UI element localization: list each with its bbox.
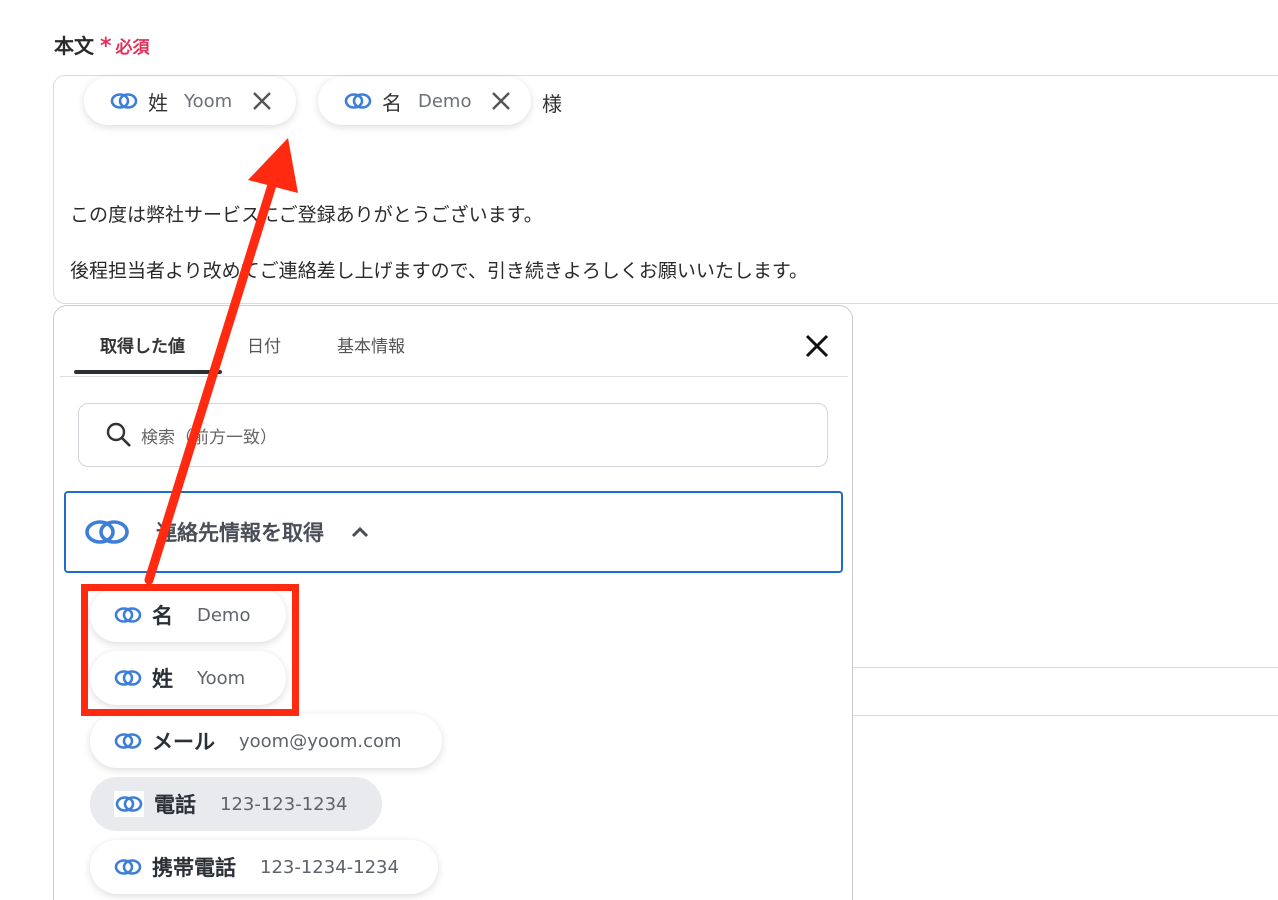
close-icon[interactable] xyxy=(802,331,832,361)
pill-name: 名 xyxy=(382,90,402,115)
tab-acquired-values[interactable]: 取得した値 xyxy=(100,332,185,357)
tab-basic-info[interactable]: 基本情報 xyxy=(337,332,405,357)
tab-divider xyxy=(60,376,848,377)
link-chain-icon xyxy=(344,93,372,109)
required-star-icon: * xyxy=(100,34,112,59)
pill-value: Yoom xyxy=(184,90,233,112)
link-chain-icon xyxy=(114,733,142,749)
chevron-up-icon xyxy=(351,526,369,538)
link-chain-icon xyxy=(114,791,144,817)
honorific-suffix: 様 xyxy=(542,92,562,116)
search-input[interactable]: 検索（前方一致） xyxy=(78,403,828,467)
link-chain-icon xyxy=(114,859,142,875)
item-name: 携帯電話 xyxy=(152,856,236,880)
body-line: この度は弊社サービスにご登録ありがとうございます。 xyxy=(70,204,543,226)
body-field-label: 本文 * 必須 xyxy=(54,30,150,59)
item-name: 電話 xyxy=(154,793,196,817)
link-chain-icon xyxy=(110,93,138,109)
body-line: 後程担当者より改めてご連絡差し上げますので、引き続きよろしくお願いいたします。 xyxy=(70,260,808,282)
annotation-highlight-box xyxy=(81,584,299,716)
pill-value: Demo xyxy=(418,90,472,112)
pill-name: 姓 xyxy=(148,90,168,115)
item-value: 123-1234-1234 xyxy=(260,856,399,878)
search-placeholder: 検索（前方一致） xyxy=(141,427,277,448)
tab-date[interactable]: 日付 xyxy=(247,332,281,357)
group-header-contact-info[interactable]: 連絡先情報を取得 xyxy=(64,491,843,573)
background-field xyxy=(853,667,1278,716)
list-item-phone[interactable]: 電話 123-123-1234 xyxy=(90,777,382,831)
variable-pill-last-name[interactable]: 姓 Yoom xyxy=(84,77,296,125)
active-tab-indicator xyxy=(74,370,222,374)
item-value: yoom@yoom.com xyxy=(239,730,402,752)
link-chain-icon xyxy=(85,520,129,544)
variable-pill-first-name[interactable]: 名 Demo xyxy=(318,77,531,125)
field-label-text: 本文 xyxy=(54,34,94,58)
item-value: 123-123-1234 xyxy=(220,793,348,815)
search-icon xyxy=(106,422,131,447)
close-icon[interactable] xyxy=(252,91,272,111)
item-name: メール xyxy=(152,730,215,754)
group-title: 連絡先情報を取得 xyxy=(156,521,324,545)
required-text: 必須 xyxy=(115,38,150,58)
list-item-email[interactable]: メール yoom@yoom.com xyxy=(90,714,442,768)
list-item-mobile[interactable]: 携帯電話 123-1234-1234 xyxy=(90,840,438,894)
page: 本文 * 必須 姓 Yoom 名 Demo 様 この度は弊社サービスにご登録あり… xyxy=(0,0,1278,900)
close-icon[interactable] xyxy=(491,91,511,111)
